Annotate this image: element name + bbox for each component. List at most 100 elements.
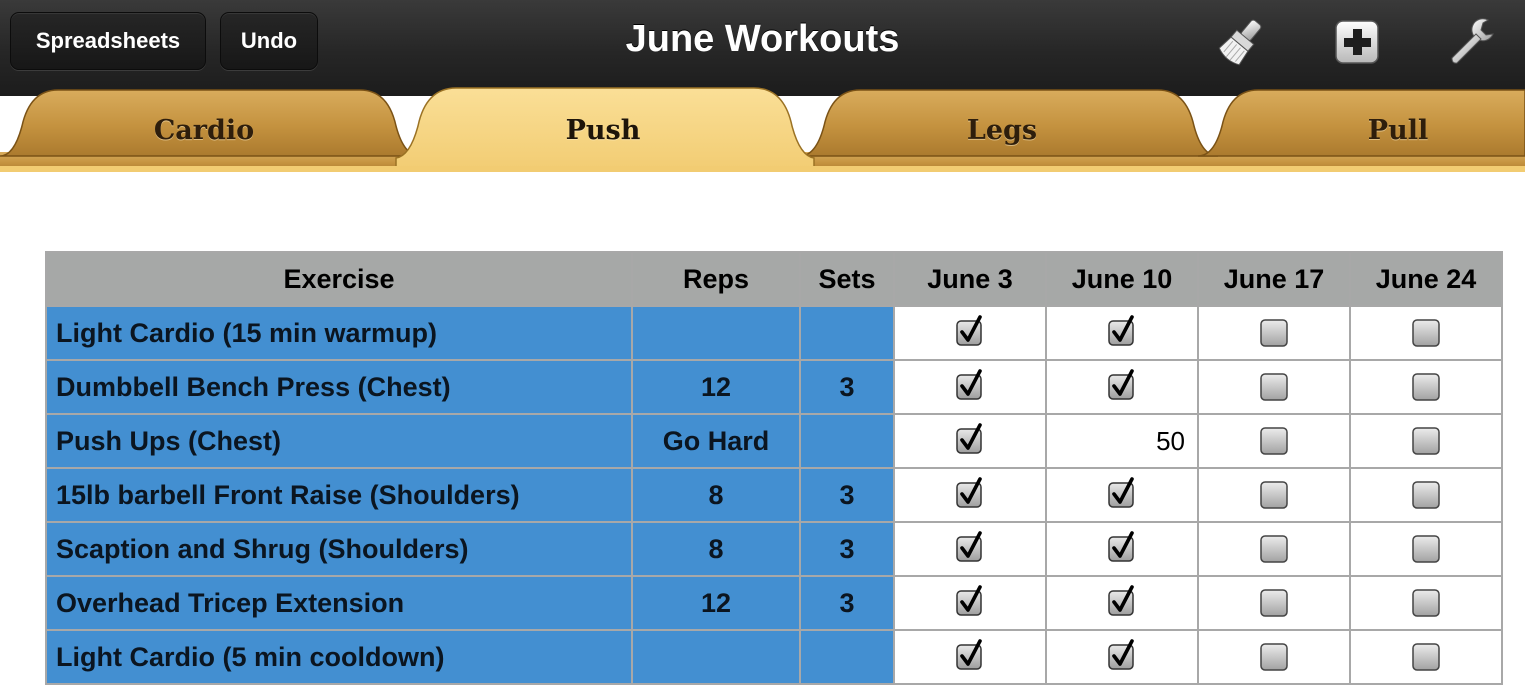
spreadsheets-button[interactable]: Spreadsheets xyxy=(10,12,206,70)
checked-checkbox-icon[interactable] xyxy=(1107,314,1137,352)
checked-checkbox-icon[interactable] xyxy=(955,584,985,622)
unchecked-checkbox-icon[interactable] xyxy=(1411,423,1441,460)
exercise-cell[interactable]: Scaption and Shrug (Shoulders) xyxy=(45,521,633,577)
checked-checkbox-icon[interactable] xyxy=(955,368,985,406)
header-sets[interactable]: Sets xyxy=(799,251,895,307)
june-3-cell[interactable] xyxy=(893,359,1047,415)
unchecked-checkbox-icon[interactable] xyxy=(1259,315,1289,352)
june-17-cell[interactable] xyxy=(1197,305,1351,361)
unchecked-checkbox-icon[interactable] xyxy=(1259,531,1289,568)
sets-cell[interactable]: 3 xyxy=(799,575,895,631)
june-10-value-cell[interactable]: 50 xyxy=(1045,413,1199,469)
tab-legs[interactable]: Legs xyxy=(852,108,1152,154)
june-3-cell[interactable] xyxy=(893,305,1047,361)
top-toolbar: Spreadsheets Undo June Workouts xyxy=(0,0,1525,96)
exercise-cell[interactable]: Overhead Tricep Extension xyxy=(45,575,633,631)
june-24-cell[interactable] xyxy=(1349,359,1503,415)
reps-cell[interactable]: Go Hard xyxy=(631,413,801,469)
table-row: Light Cardio (15 min warmup) xyxy=(45,305,1503,361)
june-10-cell[interactable] xyxy=(1045,467,1199,523)
exercise-cell[interactable]: 15lb barbell Front Raise (Shoulders) xyxy=(45,467,633,523)
header-reps[interactable]: Reps xyxy=(631,251,801,307)
exercise-cell[interactable]: Push Ups (Chest) xyxy=(45,413,633,469)
june-17-cell[interactable] xyxy=(1197,359,1351,415)
checked-checkbox-icon[interactable] xyxy=(1107,584,1137,622)
checked-checkbox-icon[interactable] xyxy=(955,314,985,352)
header-june-10[interactable]: June 10 xyxy=(1045,251,1199,307)
june-17-cell[interactable] xyxy=(1197,413,1351,469)
table-row: Light Cardio (5 min cooldown) xyxy=(45,629,1503,685)
unchecked-checkbox-icon[interactable] xyxy=(1411,315,1441,352)
table-row: Push Ups (Chest) Go Hard 50 xyxy=(45,413,1503,469)
checked-checkbox-icon[interactable] xyxy=(955,476,985,514)
reps-cell[interactable]: 12 xyxy=(631,575,801,631)
june-24-cell[interactable] xyxy=(1349,575,1503,631)
exercise-cell[interactable]: Light Cardio (5 min cooldown) xyxy=(45,629,633,685)
unchecked-checkbox-icon[interactable] xyxy=(1259,423,1289,460)
june-24-cell[interactable] xyxy=(1349,521,1503,577)
june-24-cell[interactable] xyxy=(1349,413,1503,469)
june-10-cell[interactable] xyxy=(1045,359,1199,415)
sets-cell[interactable] xyxy=(799,629,895,685)
exercise-cell[interactable]: Light Cardio (15 min warmup) xyxy=(45,305,633,361)
unchecked-checkbox-icon[interactable] xyxy=(1411,477,1441,514)
june-24-cell[interactable] xyxy=(1349,305,1503,361)
sets-cell[interactable]: 3 xyxy=(799,467,895,523)
june-10-cell[interactable] xyxy=(1045,575,1199,631)
checked-checkbox-icon[interactable] xyxy=(1107,638,1137,676)
june-10-cell[interactable] xyxy=(1045,305,1199,361)
add-icon[interactable] xyxy=(1330,14,1386,70)
sets-cell[interactable]: 3 xyxy=(799,359,895,415)
june-3-cell[interactable] xyxy=(893,467,1047,523)
unchecked-checkbox-icon[interactable] xyxy=(1259,585,1289,622)
unchecked-checkbox-icon[interactable] xyxy=(1259,369,1289,406)
sets-cell[interactable]: 3 xyxy=(799,521,895,577)
reps-cell[interactable]: 12 xyxy=(631,359,801,415)
sets-cell[interactable] xyxy=(799,305,895,361)
header-june-3[interactable]: June 3 xyxy=(893,251,1047,307)
june-3-cell[interactable] xyxy=(893,629,1047,685)
june-10-cell[interactable] xyxy=(1045,521,1199,577)
june-24-cell[interactable] xyxy=(1349,629,1503,685)
header-exercise[interactable]: Exercise xyxy=(45,251,633,307)
unchecked-checkbox-icon[interactable] xyxy=(1411,531,1441,568)
header-june-17[interactable]: June 17 xyxy=(1197,251,1351,307)
tab-pull[interactable]: Pull xyxy=(1248,108,1525,154)
june-17-cell[interactable] xyxy=(1197,467,1351,523)
exercise-cell[interactable]: Dumbbell Bench Press (Chest) xyxy=(45,359,633,415)
june-17-cell[interactable] xyxy=(1197,521,1351,577)
tab-push[interactable]: Push xyxy=(453,108,753,154)
unchecked-checkbox-icon[interactable] xyxy=(1411,639,1441,676)
reps-cell[interactable]: 8 xyxy=(631,521,801,577)
unchecked-checkbox-icon[interactable] xyxy=(1411,585,1441,622)
checked-checkbox-icon[interactable] xyxy=(955,422,985,460)
checked-checkbox-icon[interactable] xyxy=(955,638,985,676)
tab-cardio[interactable]: Cardio xyxy=(54,108,354,154)
reps-cell[interactable]: 8 xyxy=(631,467,801,523)
page-title: June Workouts xyxy=(625,18,900,60)
june-17-cell[interactable] xyxy=(1197,575,1351,631)
checked-checkbox-icon[interactable] xyxy=(1107,368,1137,406)
june-3-cell[interactable] xyxy=(893,413,1047,469)
table-row: 15lb barbell Front Raise (Shoulders) 8 3 xyxy=(45,467,1503,523)
sets-cell[interactable] xyxy=(799,413,895,469)
june-17-cell[interactable] xyxy=(1197,629,1351,685)
undo-button[interactable]: Undo xyxy=(220,12,318,70)
wrench-icon[interactable] xyxy=(1444,14,1500,70)
reps-cell[interactable] xyxy=(631,305,801,361)
reps-cell[interactable] xyxy=(631,629,801,685)
unchecked-checkbox-icon[interactable] xyxy=(1259,477,1289,514)
unchecked-checkbox-icon[interactable] xyxy=(1259,639,1289,676)
june-24-cell[interactable] xyxy=(1349,467,1503,523)
table-row: Scaption and Shrug (Shoulders) 8 3 xyxy=(45,521,1503,577)
june-10-cell[interactable] xyxy=(1045,629,1199,685)
table-row: Overhead Tricep Extension 12 3 xyxy=(45,575,1503,631)
checked-checkbox-icon[interactable] xyxy=(955,530,985,568)
june-3-cell[interactable] xyxy=(893,521,1047,577)
june-3-cell[interactable] xyxy=(893,575,1047,631)
unchecked-checkbox-icon[interactable] xyxy=(1411,369,1441,406)
checked-checkbox-icon[interactable] xyxy=(1107,476,1137,514)
checked-checkbox-icon[interactable] xyxy=(1107,530,1137,568)
header-june-24[interactable]: June 24 xyxy=(1349,251,1503,307)
paintbrush-icon[interactable] xyxy=(1212,14,1268,70)
